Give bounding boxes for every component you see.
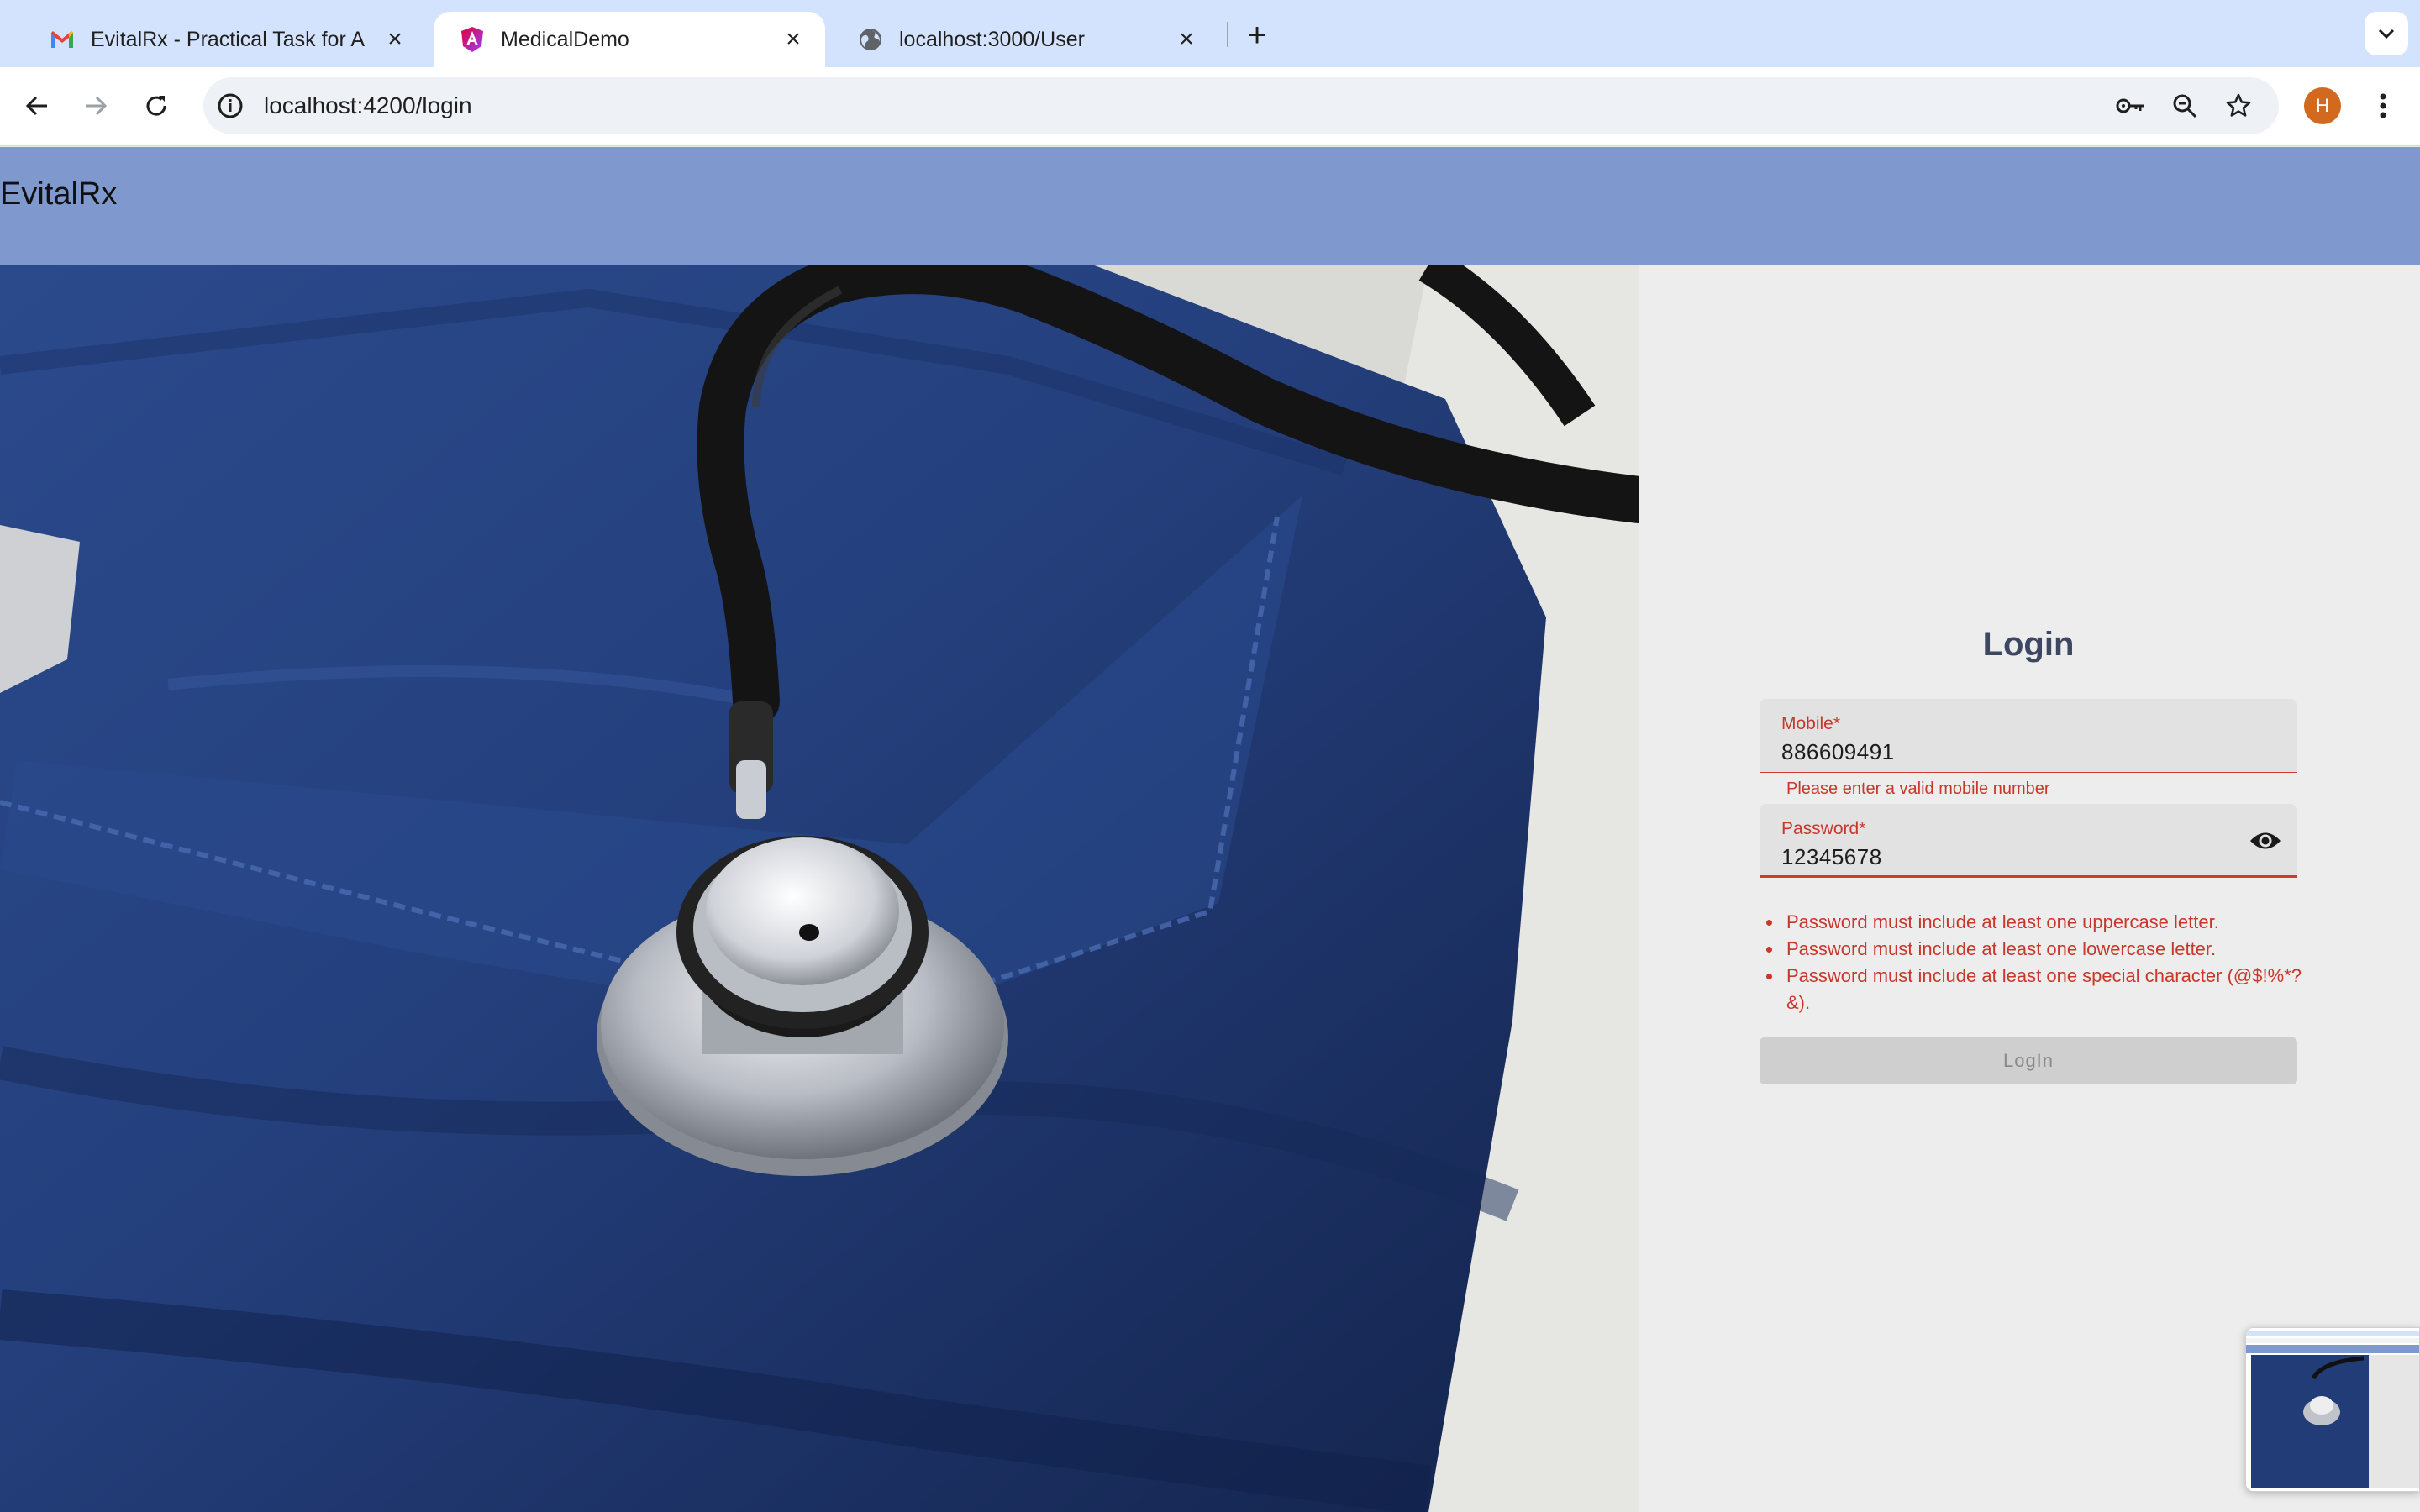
tab-localhost-user[interactable]: localhost:3000/User × — [832, 12, 1218, 67]
login-heading: Login — [1982, 626, 2075, 663]
login-panel — [1639, 265, 2420, 1512]
hero-image-stethoscope — [0, 265, 1639, 1512]
tab-title: EvitalRx - Practical Task for A — [91, 27, 366, 51]
tab-search-button[interactable] — [2365, 12, 2408, 55]
bookmark-star-icon[interactable] — [2222, 89, 2255, 123]
password-label: Password* — [1781, 819, 1866, 838]
browser-toolbar: localhost:4200/login H — [0, 67, 2420, 146]
more-menu-icon[interactable] — [2368, 87, 2398, 124]
globe-icon — [857, 26, 884, 53]
gmail-icon — [49, 26, 76, 53]
password-error-list: Password must include at least one upper… — [1766, 909, 2304, 1016]
url-text[interactable]: localhost:4200/login — [264, 77, 472, 134]
tab-evitalrx-gmail[interactable]: EvitalRx - Practical Task for A × — [24, 12, 427, 67]
profile-avatar[interactable]: H — [2304, 87, 2341, 124]
login-button[interactable]: LogIn — [1760, 1037, 2297, 1084]
back-button[interactable] — [17, 86, 57, 126]
angular-icon — [459, 26, 486, 53]
password-input[interactable] — [1781, 844, 2235, 870]
close-tab-icon[interactable]: × — [1173, 25, 1200, 53]
brand-title: EvitalRx — [0, 176, 118, 212]
app-header: EvitalRx — [0, 147, 2420, 265]
browser-tab-strip: EvitalRx - Practical Task for A × Medica… — [0, 0, 2420, 67]
password-error-item: Password must include at least one lower… — [1766, 936, 2304, 963]
address-bar[interactable]: localhost:4200/login — [203, 77, 2279, 134]
arrow-left-icon — [25, 96, 47, 116]
site-info-icon[interactable] — [213, 89, 247, 123]
eye-icon[interactable] — [2247, 824, 2284, 858]
mobile-field[interactable]: Mobile* — [1760, 699, 2297, 773]
tab-title: MedicalDemo — [501, 27, 629, 51]
mobile-label: Mobile* — [1781, 714, 1841, 733]
reload-button[interactable] — [136, 86, 176, 126]
close-tab-icon[interactable]: × — [780, 25, 807, 53]
close-tab-icon[interactable]: × — [381, 25, 408, 53]
tab-title: localhost:3000/User — [899, 27, 1085, 51]
password-field[interactable]: Password* — [1760, 804, 2297, 878]
password-key-icon[interactable] — [2114, 89, 2148, 123]
forward-button[interactable] — [76, 86, 116, 126]
arrow-right-icon — [86, 96, 108, 116]
reload-icon — [146, 96, 166, 116]
zoom-icon[interactable] — [2168, 89, 2202, 123]
tab-medicaldemo[interactable]: MedicalDemo × — [434, 12, 825, 67]
screenshot-thumbnail[interactable] — [2245, 1327, 2420, 1492]
tab-divider — [1227, 22, 1228, 47]
password-error-item: Password must include at least one upper… — [1766, 909, 2304, 936]
new-tab-button[interactable]: + — [1239, 17, 1276, 54]
password-error-item: Password must include at least one speci… — [1766, 963, 2304, 1016]
mobile-input[interactable] — [1781, 739, 2235, 765]
mobile-error-hint: Please enter a valid mobile number — [1786, 780, 2050, 798]
chevron-down-icon — [2378, 29, 2395, 39]
